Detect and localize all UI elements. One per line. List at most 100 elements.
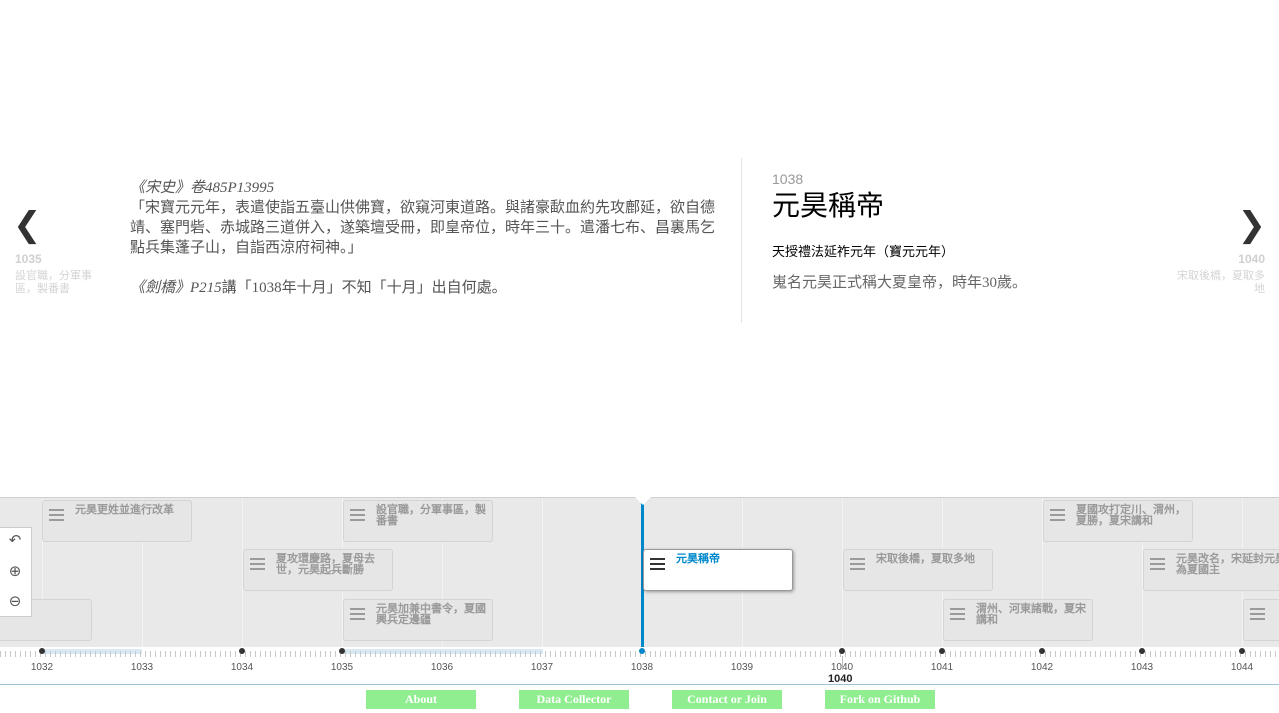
- axis-minor-tick: [1220, 651, 1221, 657]
- timeline-flag[interactable]: 設官職，分軍事區，製番書: [343, 500, 493, 542]
- axis-minor-tick: [350, 651, 351, 657]
- axis-minor-tick: [865, 651, 866, 657]
- axis-minor-tick: [1070, 651, 1071, 657]
- axis-event-dot[interactable]: [839, 648, 845, 654]
- axis-minor-tick: [700, 651, 701, 657]
- axis-minor-tick: [510, 651, 511, 657]
- timeline-navigation[interactable]: 元昊更姓並進行改革 設官職，分軍事區，製番書 夏國攻打定川、渭州，夏勝，夏宋講和…: [0, 497, 1279, 647]
- about-button[interactable]: About: [366, 690, 476, 709]
- axis-minor-tick: [435, 651, 436, 657]
- axis-minor-tick: [1145, 651, 1146, 657]
- axis-minor-tick: [480, 651, 481, 657]
- timeline-flag[interactable]: 宋取後橋，夏取多地: [843, 549, 993, 591]
- axis-minor-tick: [175, 651, 176, 657]
- axis-minor-tick: [180, 651, 181, 657]
- axis-minor-tick: [360, 651, 361, 657]
- previous-slide-title[interactable]: 設官職，分軍事區，製番書: [15, 270, 107, 296]
- list-icon: [1050, 509, 1065, 524]
- list-icon: [950, 608, 965, 623]
- next-slide-icon[interactable]: ❯: [1238, 208, 1267, 242]
- axis-minor-tick: [985, 651, 986, 657]
- axis-minor-tick: [315, 651, 316, 657]
- axis-event-dot[interactable]: [1139, 648, 1145, 654]
- zoom-in-button[interactable]: ⊕: [6, 562, 24, 580]
- axis-minor-tick: [235, 651, 236, 657]
- axis-minor-tick: [765, 651, 766, 657]
- cursor-line: [842, 656, 843, 670]
- back-to-start-button[interactable]: ↶: [6, 531, 24, 549]
- next-slide-date[interactable]: 1040: [1238, 252, 1265, 266]
- axis-minor-tick: [335, 651, 336, 657]
- axis-minor-tick: [15, 651, 16, 657]
- axis-minor-tick: [5, 651, 6, 657]
- panel-divider: [741, 158, 742, 323]
- axis-minor-tick: [0, 651, 1, 657]
- axis-minor-tick: [550, 651, 551, 657]
- next-slide-title[interactable]: 宋取後橋，夏取多地: [1173, 270, 1265, 296]
- time-axis[interactable]: 1032 1033 1034 1035 1036 1037 1038 1039 1040 1041…: [0, 647, 1279, 685]
- axis-minor-tick: [160, 651, 161, 657]
- axis-minor-tick: [145, 651, 146, 657]
- axis-minor-tick: [1180, 651, 1181, 657]
- timeline-flag[interactable]: 元昊加兼中書令，夏國興兵定邊疆: [343, 599, 493, 641]
- slide-title: 元昊稱帝: [772, 189, 885, 222]
- axis-minor-tick: [795, 651, 796, 657]
- axis-minor-tick: [405, 651, 406, 657]
- axis-event-dot[interactable]: [39, 648, 45, 654]
- axis-minor-tick: [95, 651, 96, 657]
- cursor-year: 1040: [828, 673, 853, 685]
- axis-minor-tick: [275, 651, 276, 657]
- axis-event-dot[interactable]: [1039, 648, 1045, 654]
- flag-label: 宋取後橋，夏取多地: [876, 553, 975, 565]
- axis-minor-tick: [495, 651, 496, 657]
- axis-minor-tick: [515, 651, 516, 657]
- axis-event-dot[interactable]: [1239, 648, 1245, 654]
- axis-minor-tick: [1025, 651, 1026, 657]
- flag-label: 夏國攻打定川、渭州，夏勝，夏宋講和: [1076, 504, 1186, 527]
- axis-minor-tick: [710, 651, 711, 657]
- axis-minor-tick: [430, 651, 431, 657]
- contact-button[interactable]: Contact or Join: [672, 690, 782, 709]
- axis-minor-tick: [1085, 651, 1086, 657]
- axis-minor-tick: [1075, 651, 1076, 657]
- axis-minor-tick: [1115, 651, 1116, 657]
- timeline-flag[interactable]: 夏攻環慶路，夏母去世，元昊起兵斷勝: [243, 549, 393, 591]
- axis-event-dot[interactable]: [339, 648, 345, 654]
- axis-minor-tick: [740, 651, 741, 657]
- timeline-flag[interactable]: 元昊更姓並進行改革: [42, 500, 192, 542]
- axis-minor-tick: [930, 651, 931, 657]
- axis-year-label: 1034: [230, 662, 254, 673]
- axis-year-label: 1042: [1030, 662, 1054, 673]
- axis-minor-tick: [820, 651, 821, 657]
- axis-minor-tick: [965, 651, 966, 657]
- axis-minor-tick: [825, 651, 826, 657]
- axis-minor-tick: [485, 651, 486, 657]
- axis-year-label: 1039: [730, 662, 754, 673]
- axis-event-dot[interactable]: [939, 648, 945, 654]
- axis-minor-tick: [845, 651, 846, 657]
- timeline-flag[interactable]: 元昊改名，宋延封元昊為夏國主: [1143, 549, 1279, 591]
- timeline-flag-active[interactable]: 元昊稱帝: [643, 549, 793, 591]
- axis-minor-tick: [505, 651, 506, 657]
- flag-label: 元昊更姓並進行改革: [75, 504, 174, 516]
- axis-minor-tick: [400, 651, 401, 657]
- axis-minor-tick: [800, 651, 801, 657]
- axis-minor-tick: [1035, 651, 1036, 657]
- timeline-flag[interactable]: 夏國攻打定川、渭州，夏勝，夏宋講和: [1043, 500, 1193, 542]
- zoom-out-button[interactable]: ⊖: [6, 592, 24, 610]
- list-icon: [250, 558, 265, 573]
- previous-slide-date[interactable]: 1035: [15, 252, 42, 266]
- axis-minor-tick: [815, 651, 816, 657]
- axis-minor-tick: [345, 651, 346, 657]
- data-collector-button[interactable]: Data Collector: [519, 690, 629, 709]
- axis-event-dot[interactable]: [639, 648, 645, 654]
- axis-event-dot[interactable]: [239, 648, 245, 654]
- axis-minor-tick: [975, 651, 976, 657]
- github-button[interactable]: Fork on Github: [825, 690, 935, 709]
- timeline-flag[interactable]: 渭州、河東諸戰，夏宋講和: [943, 599, 1093, 641]
- axis-minor-tick: [490, 651, 491, 657]
- axis-minor-tick: [565, 651, 566, 657]
- timeline-flag[interactable]: [1243, 599, 1279, 641]
- previous-slide-icon[interactable]: ❮: [13, 208, 42, 242]
- list-icon: [850, 558, 865, 573]
